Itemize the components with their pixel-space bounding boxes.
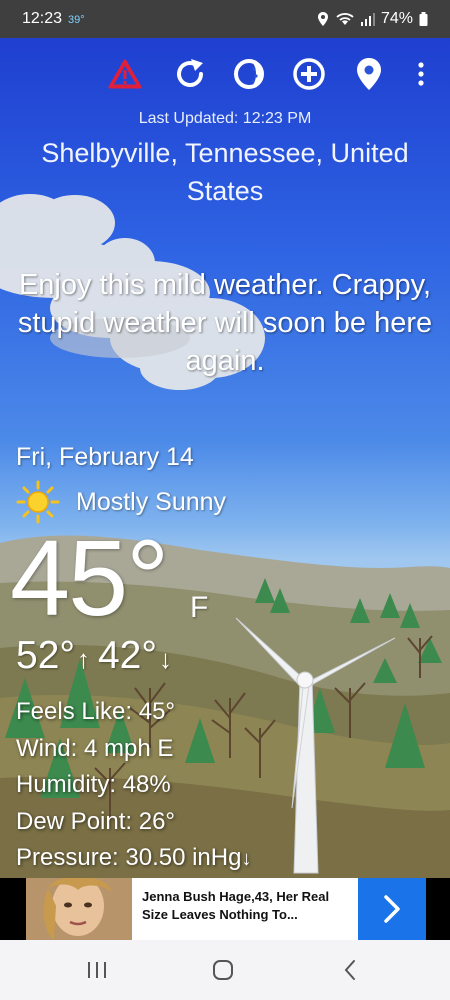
- recent-apps-icon: [88, 962, 106, 978]
- status-bar: 12:23 39° 74%: [0, 0, 450, 38]
- refresh-button[interactable]: [170, 54, 210, 94]
- wifi-icon: [335, 12, 355, 26]
- battery-icon: [419, 12, 428, 26]
- weather-scene: Last Updated: 12:23 PM Shelbyville, Tenn…: [0, 38, 450, 878]
- more-button[interactable]: [401, 54, 441, 94]
- low-arrow-icon: ↓: [158, 644, 172, 674]
- recent-apps-button[interactable]: [77, 955, 117, 985]
- pressure-trend-icon: ↓: [241, 848, 252, 870]
- home-button[interactable]: [203, 955, 243, 985]
- high-arrow-icon: ↑: [76, 644, 90, 674]
- location-icon: [357, 58, 381, 90]
- wind: Wind: 4 mph E: [16, 734, 174, 762]
- toolbar: [105, 54, 450, 94]
- add-icon: [293, 58, 325, 90]
- refresh-icon: [177, 59, 203, 87]
- warning-button[interactable]: [105, 54, 145, 94]
- temperature-unit[interactable]: F: [190, 591, 208, 625]
- dew-point: Dew Point: 26°: [16, 807, 176, 835]
- last-updated: Last Updated: 12:23 PM: [138, 110, 312, 127]
- home-icon: [213, 960, 233, 980]
- humidity: Humidity: 48%: [16, 771, 171, 798]
- ad-arrow-button[interactable]: [358, 878, 426, 940]
- location-button[interactable]: [349, 54, 389, 94]
- pressure-row: Pressure: 30.50 inHg↓: [16, 840, 251, 878]
- weather-details: Feels Like: 45° Wind: 4 mph E Humidity: …: [16, 694, 251, 878]
- more-icon: [418, 62, 424, 86]
- chevron-right-icon: [384, 895, 400, 923]
- condition-text: Mostly Sunny: [76, 487, 227, 516]
- status-icons: 74%: [317, 10, 428, 28]
- forecast-date: Fri, February 14: [16, 443, 194, 471]
- low-temp: 42°: [97, 634, 157, 677]
- add-location-button[interactable]: [289, 54, 329, 94]
- status-time: 12:23: [22, 10, 63, 27]
- back-icon: [344, 960, 355, 980]
- ad-banner[interactable]: Jenna Bush Hage,43, Her Real Size Leaves…: [0, 876, 450, 940]
- location-title[interactable]: Shelbyville, Tennessee, United States: [20, 134, 430, 210]
- ad-headline[interactable]: Jenna Bush Hage,43, Her Real Size Leaves…: [132, 878, 358, 940]
- location-status-icon: [317, 12, 329, 26]
- system-navbar: [0, 940, 450, 1000]
- theme-icon: [234, 59, 264, 89]
- current-temperature: 45°: [10, 517, 169, 638]
- high-low: 52° ↑ 42° ↓: [16, 634, 180, 678]
- warning-icon: [108, 59, 142, 89]
- signal-icon: [360, 12, 375, 26]
- battery-percent: 74%: [380, 10, 413, 27]
- snark-message: Enjoy this mild weather. Crappy, stupid …: [17, 269, 433, 377]
- back-button[interactable]: [330, 955, 370, 985]
- feels-like: Feels Like: 45°: [16, 698, 176, 725]
- high-temp: 52°: [16, 634, 75, 677]
- pressure: Pressure: 30.50 inHg: [16, 844, 242, 871]
- ad-content[interactable]: Jenna Bush Hage,43, Her Real Size Leaves…: [26, 876, 426, 940]
- theme-button[interactable]: [229, 54, 269, 94]
- ad-image[interactable]: [26, 876, 132, 940]
- status-temp: 39°: [68, 14, 85, 26]
